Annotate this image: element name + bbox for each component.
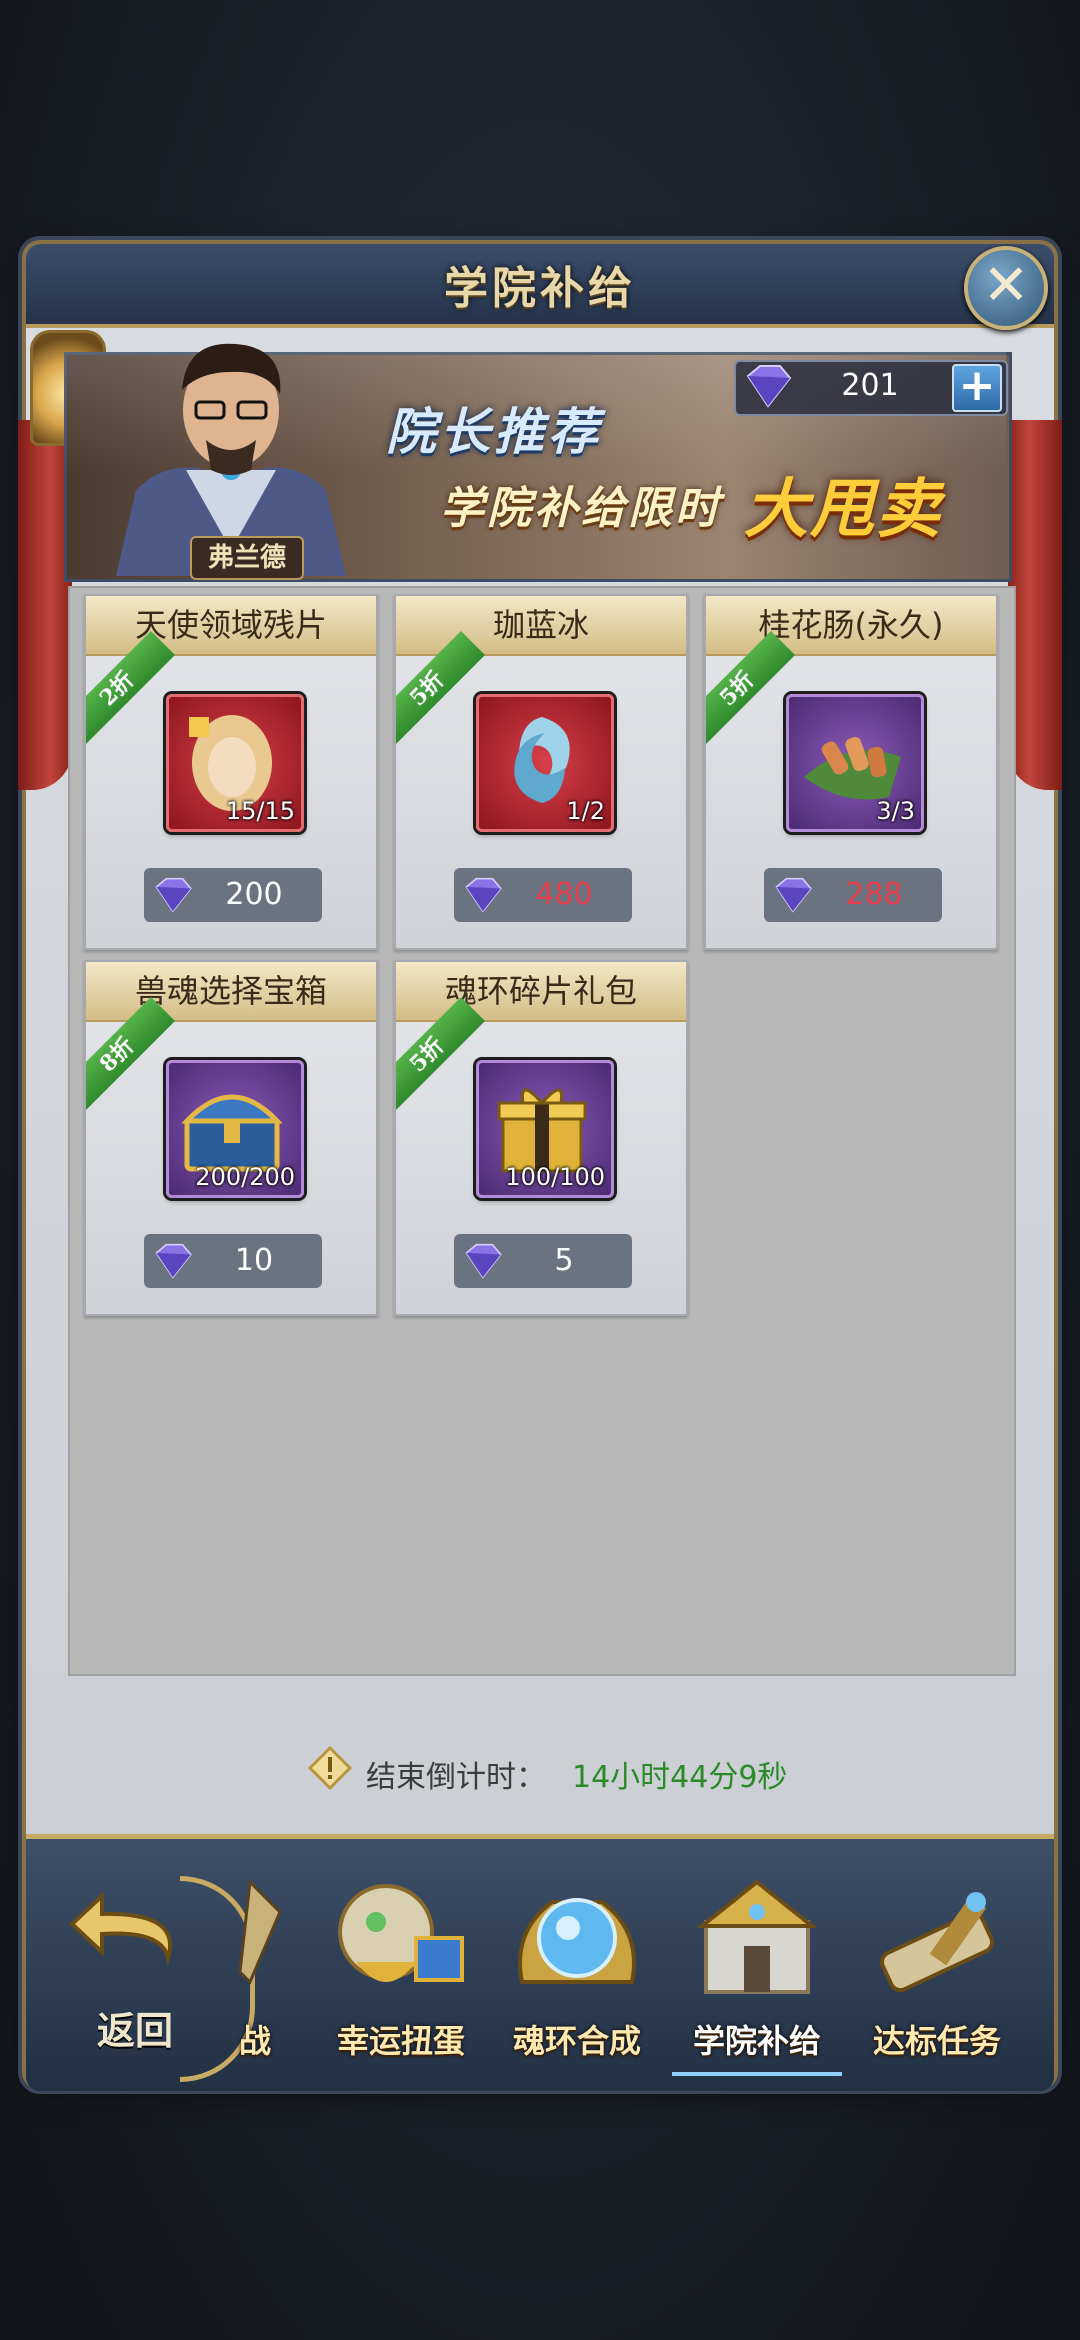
item-price: 5 — [554, 1243, 574, 1278]
shop-item-card[interactable]: 桂花肠(永久) 5折 3/3 288 — [704, 594, 998, 950]
warning-diamond-icon — [308, 1746, 352, 1790]
diamond-icon — [746, 365, 792, 408]
item-name: 桂花肠(永久) — [706, 596, 996, 656]
dialog-title: 学院补给 — [444, 263, 636, 314]
item-name: 兽魂选择宝箱 — [86, 962, 376, 1022]
back-label: 返回 — [96, 2008, 173, 2053]
diamond-icon — [465, 1243, 502, 1279]
character-name: 弗兰德 — [190, 536, 304, 580]
item-price: 480 — [535, 877, 593, 912]
nav-item-academy-supply[interactable]: 学院补给 — [672, 1872, 842, 2076]
nav-label: 幸运扭蛋 — [336, 2022, 465, 2060]
countdown-value: 14小时44分9秒 — [572, 1760, 788, 1795]
diamond-icon — [155, 877, 192, 913]
telescope-scroll-icon — [879, 1892, 995, 1993]
item-price: 10 — [234, 1243, 274, 1278]
nav-item-goal-tasks[interactable]: 达标任务 — [852, 1872, 1022, 2072]
academy-building-icon — [696, 1879, 818, 1994]
currency-value: 201 — [841, 368, 899, 403]
nav-label: 达标任务 — [872, 2022, 1001, 2060]
diamond-icon — [775, 877, 812, 913]
shop-item-card[interactable]: 兽魂选择宝箱 8折 200/200 10 — [84, 960, 378, 1316]
buy-button[interactable]: 480 — [454, 868, 632, 922]
buy-button[interactable]: 200 — [144, 868, 322, 922]
nav-item-battle[interactable]: 战 — [210, 1872, 300, 2072]
sword-icon — [238, 1878, 282, 1985]
treasure-chest-icon: 200/200 — [166, 1060, 304, 1198]
countdown-label: 结束倒计时： — [366, 1760, 546, 1795]
shop-item-card[interactable]: 珈蓝冰 5折 1/2 480 — [394, 594, 688, 950]
item-name: 天使领域残片 — [86, 596, 376, 656]
curtain-right — [1008, 420, 1062, 790]
angel-portrait-icon: 15/15 — [166, 694, 304, 832]
nav-label: 学院补给 — [692, 2022, 821, 2060]
sausage-food-icon: 3/3 — [786, 694, 924, 832]
shop-item-card[interactable]: 天使领域残片 2折 15/15 200 — [84, 594, 378, 950]
item-price: 288 — [845, 877, 903, 912]
item-price: 200 — [225, 877, 283, 912]
ice-swirl-icon: 1/2 — [476, 694, 614, 832]
add-currency-button[interactable]: + — [952, 364, 1002, 412]
item-count: 100/100 — [505, 1163, 605, 1191]
gacha-capsule-icon — [338, 1884, 464, 1982]
item-name: 珈蓝冰 — [396, 596, 686, 656]
diamond-icon — [155, 1243, 192, 1279]
crystal-orb-icon — [518, 1898, 636, 1984]
item-count: 200/200 — [195, 1163, 295, 1191]
item-name: 魂环碎片礼包 — [396, 962, 686, 1022]
buy-button[interactable]: 288 — [764, 868, 942, 922]
shop-item-card[interactable]: 魂环碎片礼包 5折 100/100 5 — [394, 960, 688, 1316]
diamond-icon — [465, 877, 502, 913]
item-count: 3/3 — [876, 797, 915, 825]
close-icon: ✕ — [982, 253, 1030, 318]
item-count: 15/15 — [225, 797, 295, 825]
nav-label: 魂环合成 — [512, 2022, 641, 2060]
item-count: 1/2 — [566, 797, 605, 825]
nav-item-soul-ring[interactable]: 魂环合成 — [492, 1872, 662, 2072]
nav-label: 战 — [238, 2022, 271, 2060]
buy-button[interactable]: 10 — [144, 1234, 322, 1288]
banner-highlight: 大甩卖 — [744, 473, 942, 547]
gift-box-icon: 100/100 — [476, 1060, 614, 1198]
nav-item-gacha[interactable]: 幸运扭蛋 — [316, 1872, 486, 2072]
banner-subline: 学院补给限时 — [440, 483, 722, 534]
banner-headline: 院长推荐 — [386, 403, 602, 461]
back-arrow-icon — [69, 1891, 172, 1966]
close-button[interactable]: ✕ — [964, 246, 1048, 330]
shop-grid: 天使领域残片 2折 15/15 200 珈蓝冰 5折 1/2 480 桂花肠(永… — [68, 586, 1016, 1676]
buy-button[interactable]: 5 — [454, 1234, 632, 1288]
